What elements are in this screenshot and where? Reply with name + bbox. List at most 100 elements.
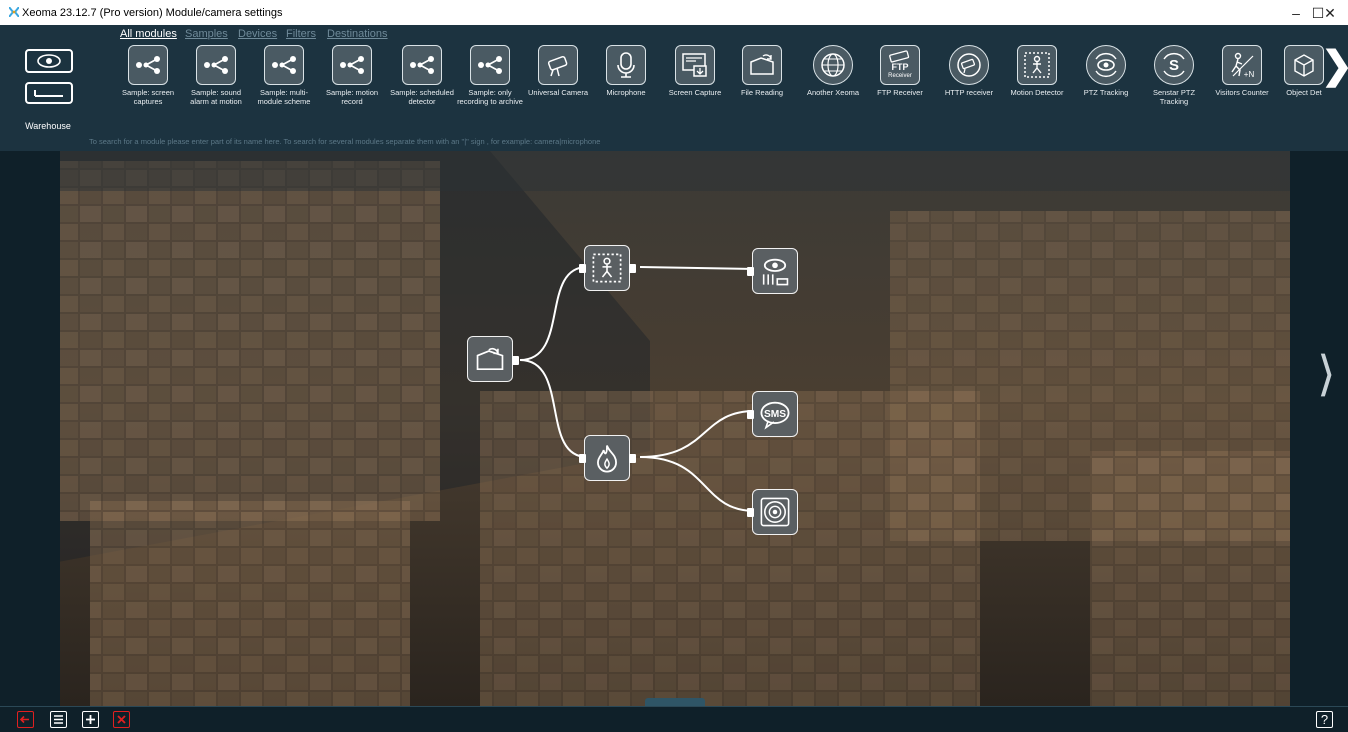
input-port[interactable] (579, 264, 586, 273)
module-ptz-tracking[interactable]: PTZ Tracking (1072, 45, 1140, 98)
bottom-toolbar: ? (0, 706, 1348, 732)
eye-icon (37, 54, 61, 68)
fire-icon (597, 445, 617, 473)
camera-name-label: Warehouse (25, 121, 71, 131)
object-detector-icon (1284, 45, 1324, 85)
file-reading-icon (476, 347, 504, 371)
add-button[interactable] (82, 711, 99, 728)
input-port[interactable] (747, 267, 754, 276)
input-port[interactable] (579, 454, 586, 463)
list-icon (54, 715, 63, 724)
back-button[interactable] (25, 82, 73, 104)
module-sample-screen-captures[interactable]: Sample: screen captures (114, 45, 182, 106)
scheme-connections (519, 266, 756, 512)
search-hint[interactable]: To search for a module please enter part… (89, 137, 600, 146)
module-label: Sample: scheduled detector (390, 88, 454, 106)
tab-filters[interactable]: Filters (286, 28, 316, 40)
visitors-glyph: +N (1244, 70, 1255, 79)
module-label: Universal Camera (527, 88, 589, 97)
tab-samples[interactable]: Samples (185, 28, 228, 40)
title-bar: Xeoma 23.12.7 (Pro version) Module/camer… (0, 0, 1348, 25)
tab-all-modules[interactable]: All modules (120, 28, 177, 40)
tab-devices[interactable]: Devices (238, 28, 277, 40)
sms-node[interactable]: SMS (747, 391, 798, 437)
module-label: FTP Receiver (877, 88, 923, 97)
scroll-modules-right-icon[interactable]: ❯ (1321, 47, 1348, 85)
module-label: Motion Detector (1010, 88, 1064, 97)
module-label: PTZ Tracking (1083, 88, 1129, 97)
ftp-badge-subtext: Receiver (888, 73, 912, 79)
xeoma-logo-icon (9, 7, 19, 17)
module-label: File Reading (740, 88, 784, 97)
preview-mode-button[interactable] (25, 49, 73, 73)
module-label: Sample: multi-module scheme (257, 88, 311, 106)
help-button[interactable]: ? (1316, 711, 1333, 728)
module-sample-only-recording[interactable]: Sample: only recording to archive (456, 45, 524, 106)
module-another-xeoma[interactable]: Another Xeoma (799, 45, 867, 98)
sample-scheme-icon (332, 45, 372, 85)
back-arrow-icon (34, 90, 63, 97)
ftp-receiver-icon: FTP Receiver (880, 45, 920, 85)
output-port[interactable] (512, 356, 519, 365)
delete-button[interactable] (113, 711, 130, 728)
sound-alarm-node[interactable] (747, 489, 798, 535)
module-label: Visitors Counter (1215, 88, 1269, 97)
module-motion-detector[interactable]: Motion Detector (1003, 45, 1071, 98)
http-receiver-icon (949, 45, 989, 85)
module-sample-multi-module[interactable]: Sample: multi-module scheme (250, 45, 318, 106)
tab-destinations[interactable]: Destinations (327, 28, 388, 40)
close-button[interactable]: ✕ (1312, 2, 1348, 24)
window-title: Xeoma 23.12.7 (Pro version) Module/camer… (22, 7, 283, 19)
sample-scheme-icon (402, 45, 442, 85)
delete-icon (117, 715, 126, 724)
visitors-counter-icon: +N (1222, 45, 1262, 85)
module-sample-scheduled-detector[interactable]: Sample: scheduled detector (388, 45, 456, 106)
sample-scheme-icon (470, 45, 510, 85)
exit-button[interactable] (17, 711, 34, 728)
module-label: Sample: screen captures (121, 88, 175, 106)
module-microphone[interactable]: Microphone (592, 45, 660, 98)
output-port[interactable] (629, 264, 636, 273)
speaker-icon (760, 497, 790, 527)
bottom-drawer-handle[interactable] (645, 698, 705, 706)
motion-detector-node[interactable] (579, 245, 636, 291)
module-visitors-counter[interactable]: +N Visitors Counter (1208, 45, 1276, 98)
motion-detector-icon (1017, 45, 1057, 85)
exit-icon (19, 715, 29, 724)
file-reading-node[interactable] (467, 336, 519, 382)
module-file-reading[interactable]: File Reading (728, 45, 796, 98)
preview-archive-icon (762, 258, 789, 286)
input-port[interactable] (747, 410, 754, 419)
fire-detector-node[interactable] (579, 435, 636, 481)
module-screen-capture[interactable]: Screen Capture (661, 45, 729, 98)
module-sample-sound-alarm[interactable]: Sample: sound alarm at motion (182, 45, 250, 106)
module-label: Object Det (1286, 88, 1322, 97)
module-ftp-receiver[interactable]: FTP Receiver FTP Receiver (866, 45, 934, 98)
module-universal-camera[interactable]: Universal Camera (524, 45, 592, 98)
sample-scheme-icon (196, 45, 236, 85)
module-label: Sample: sound alarm at motion (190, 88, 242, 106)
module-sample-motion-record[interactable]: Sample: motion record (318, 45, 386, 106)
scheme-canvas[interactable]: SMS ⟩ (10, 151, 1343, 706)
module-label: Sample: motion record (325, 88, 379, 106)
module-http-receiver[interactable]: HTTP receiver (935, 45, 1003, 98)
next-camera-icon[interactable]: ⟩ (1317, 351, 1336, 399)
microphone-icon (606, 45, 646, 85)
sms-icon: SMS (760, 401, 790, 430)
list-button[interactable] (50, 711, 67, 728)
senstar-glyph: S (1169, 57, 1179, 74)
module-label: Screen Capture (668, 88, 722, 97)
senstar-ptz-icon: S (1154, 45, 1194, 85)
module-label: Senstar PTZ Tracking (1152, 88, 1196, 106)
preview-archive-node[interactable] (747, 248, 798, 294)
module-panel: All modules Samples Devices Filters Dest… (0, 25, 1348, 151)
module-label: Sample: only recording to archive (457, 88, 523, 106)
ptz-tracking-icon (1086, 45, 1126, 85)
output-port[interactable] (629, 454, 636, 463)
sample-scheme-icon (264, 45, 304, 85)
sms-text: SMS (764, 409, 786, 420)
module-label: Another Xeoma (806, 88, 860, 97)
module-senstar-ptz[interactable]: S Senstar PTZ Tracking (1140, 45, 1208, 106)
motion-detector-icon (592, 253, 622, 283)
input-port[interactable] (747, 508, 754, 517)
